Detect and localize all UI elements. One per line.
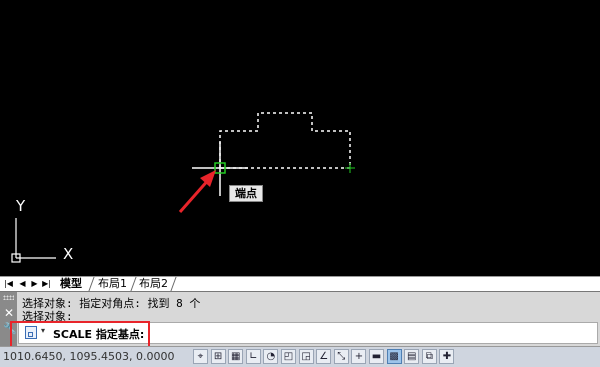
dynamic-input-icon-glyph: + [354,351,364,362]
last-tab-icon[interactable]: ▶| [41,278,52,289]
object-snap-icon-glyph: ◰ [283,351,294,362]
snap-tooltip: 端点 [229,185,263,202]
selected-polyline [219,112,351,169]
drag-handle-icon[interactable] [3,295,14,300]
prev-tab-icon[interactable]: ◀ [17,278,28,289]
drawing-canvas[interactable]: 端点 Y X [0,0,600,276]
ortho-mode-icon[interactable]: ∟ [245,349,261,364]
object-snap-icon[interactable]: ◰ [281,349,296,364]
annotation-monitor-icon[interactable]: ✚ [439,349,455,364]
next-tab-icon[interactable]: ▶ [29,278,40,289]
selection-cycling-icon-glyph: ⧉ [425,351,433,362]
transparency-icon-glyph: ▩ [389,351,399,362]
close-icon[interactable]: ✕ [4,306,14,320]
first-tab-icon[interactable]: |◀ [3,278,14,289]
tab-layout1[interactable]: 布局1 [94,277,131,291]
lineweight-icon-glyph: ▬ [371,351,382,362]
ortho-mode-icon-glyph: ∟ [249,351,258,362]
tab-layout2[interactable]: 布局2 [135,277,172,291]
cursor-coordinates[interactable]: 1010.6450, 1095.4503, 0.0000 [3,350,174,363]
polar-tracking-icon[interactable]: ◔ [263,349,279,364]
selection-cycling-icon[interactable]: ⧉ [421,349,437,364]
snap-mode-icon[interactable]: ⊞ [210,349,226,364]
layout-tab-bar: |◀ ◀ ▶ ▶| 模型 布局1 布局2 [0,276,600,291]
object-snap-tracking-icon-glyph: ∠ [319,351,329,362]
drawing-svg [11,112,355,263]
polar-tracking-icon-glyph: ◔ [266,351,276,362]
3d-object-snap-icon-glyph: ◲ [301,351,311,362]
3d-object-snap-icon[interactable]: ◲ [298,349,314,364]
infer-constraints-icon[interactable]: ⌖ [193,349,208,364]
object-snap-tracking-icon[interactable]: ∠ [316,349,332,364]
grid-display-icon[interactable]: ▦ [228,349,244,364]
dynamic-input-icon[interactable]: + [351,349,367,364]
quick-properties-icon[interactable]: ▤ [404,349,420,364]
grid-display-icon-glyph: ▦ [230,351,241,362]
quick-properties-icon-glyph: ▤ [406,351,417,362]
snap-mode-icon-glyph: ⊞ [213,351,223,362]
annotation-monitor-icon-glyph: ✚ [442,351,452,362]
ucs-x-label: X [63,245,74,263]
tab-model[interactable]: 模型 [56,277,86,291]
transparency-icon[interactable]: ▩ [386,349,402,364]
ucs-y-label: Y [16,197,26,215]
lineweight-icon[interactable]: ▬ [369,349,384,364]
infer-constraints-icon-glyph: ⌖ [197,351,204,362]
status-bar: 1010.6450, 1095.4503, 0.0000 ⌖ ⊞ ▦ ∟ ◔ ◰ ◲ ∠ ⤡ + ▬… [0,346,600,367]
dynamic-ucs-icon[interactable]: ⤡ [333,349,349,364]
annotation-arrow [178,177,212,213]
dynamic-ucs-icon-glyph: ⤡ [337,351,346,362]
